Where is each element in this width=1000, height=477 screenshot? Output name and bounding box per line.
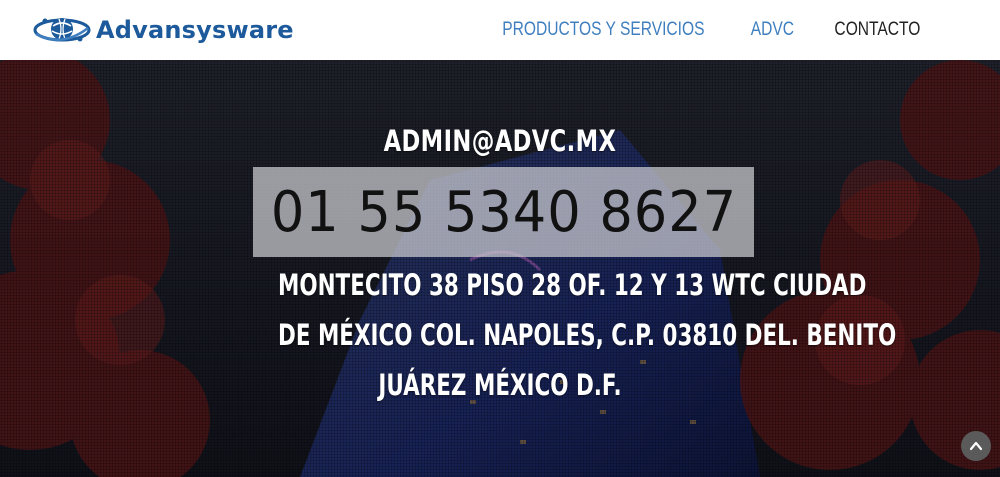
chevron-up-icon — [969, 441, 983, 451]
address-line: MONTECITO 38 PISO 28 OF. 12 Y 13 WTC CIU… — [278, 268, 867, 302]
brand-name: Advansysware — [96, 16, 294, 44]
main-nav: PRODUCTOS Y SERVICIOS ADVC CONTACTO — [480, 0, 930, 60]
nav-item-productos-y-servicios[interactable]: PRODUCTOS Y SERVICIOS — [502, 19, 704, 41]
contact-email[interactable]: ADMIN@ADVC.MX — [110, 124, 890, 158]
nav-item-contacto[interactable]: CONTACTO — [835, 19, 921, 41]
site-header: Advansysware PRODUCTOS Y SERVICIOS ADVC … — [0, 0, 1000, 60]
globe-swoosh-icon — [33, 18, 91, 42]
nav-item-advc[interactable]: ADVC — [751, 19, 794, 41]
address-line: JUÁREZ MÉXICO D.F. — [378, 368, 622, 402]
address-line: DE MÉXICO COL. NAPOLES, C.P. 03810 DEL. … — [278, 318, 897, 352]
phone-box: 01 55 5340 8627 — [253, 167, 754, 257]
contact-phone[interactable]: 01 55 5340 8627 — [270, 180, 736, 245]
brand-logo-link[interactable]: Advansysware — [32, 12, 294, 48]
contact-address: MONTECITO 38 PISO 28 OF. 12 Y 13 WTC CIU… — [278, 260, 897, 410]
contact-hero: ADMIN@ADVC.MX 01 55 5340 8627 MONTECITO … — [0, 60, 1000, 477]
scroll-to-top-button[interactable] — [961, 431, 991, 461]
